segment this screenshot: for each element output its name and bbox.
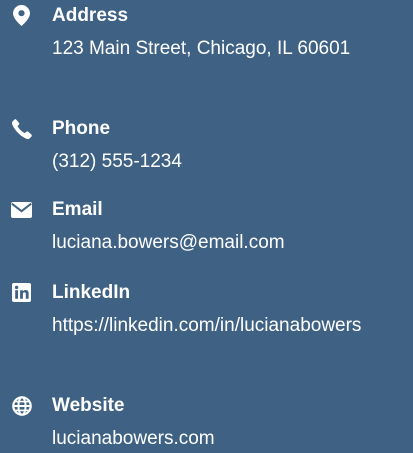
phone-icon xyxy=(11,118,32,139)
contact-info-panel: Address 123 Main Street, Chicago, IL 606… xyxy=(0,0,413,449)
contact-label-address: Address xyxy=(52,5,129,26)
contact-label-email: Email xyxy=(52,199,103,220)
contact-value-website: lucianabowers.com xyxy=(52,428,215,449)
contact-label-phone: Phone xyxy=(52,118,111,139)
contact-label-linkedin: LinkedIn xyxy=(52,282,131,303)
contact-value-address: 123 Main Street, Chicago, IL 60601 xyxy=(52,38,351,59)
globe-icon xyxy=(11,395,32,416)
envelope-icon xyxy=(11,199,32,220)
contact-value-linkedin: https://linkedin.com/in/lucianabowers xyxy=(52,315,362,336)
map-pin-icon xyxy=(11,5,32,26)
linkedin-icon xyxy=(11,282,32,303)
contact-value-email: luciana.bowers@email.com xyxy=(52,232,285,253)
contact-label-website: Website xyxy=(52,395,125,416)
contact-value-phone: (312) 555-1234 xyxy=(52,151,182,172)
